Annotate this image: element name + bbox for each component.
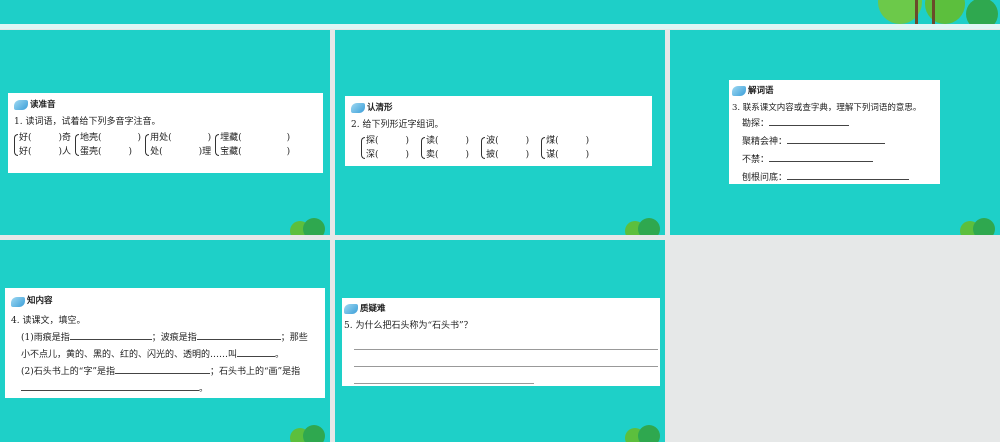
brace-icon: [361, 137, 365, 159]
word-pair: 埋藏( ) 宝藏( ): [215, 131, 290, 159]
word-item[interactable]: 深( ): [366, 148, 409, 162]
answer-blank[interactable]: [196, 330, 281, 340]
word-item[interactable]: 披( ): [486, 148, 529, 162]
section-heading: 认清形: [367, 103, 393, 113]
brace-icon: [541, 137, 546, 159]
slide-thumbnail-5[interactable]: 质疑难 5. 为什么把石头称为“石头书”？: [335, 240, 665, 442]
word-item[interactable]: 煤( ): [546, 134, 589, 148]
term-label: 不禁：: [742, 155, 770, 165]
word-pair: 波( ) 披( ): [481, 134, 529, 162]
tree-decoration-icon: [960, 218, 995, 235]
word-item[interactable]: 用处( ): [150, 131, 211, 145]
brace-icon: [75, 134, 80, 156]
word-item[interactable]: 处( )理: [150, 145, 211, 159]
top-banner: [0, 0, 1000, 24]
tree-decoration-icon: [290, 425, 325, 442]
slide-thumbnail-4[interactable]: 知内容 4. 读课文，填空。 (1)雨痕是指 ；波痕是指 ；那些 小不点儿，黄的、黑…: [0, 240, 330, 442]
slide-thumbnail-3[interactable]: 解词语 3. 联系课文内容或查字典，理解下列词语的意思。 勘探： 聚精会神： 不…: [670, 30, 1000, 235]
divider: [0, 24, 1000, 29]
text: ；波痕是指: [151, 333, 197, 343]
word-item[interactable]: 卖( ): [426, 148, 469, 162]
answer-blank[interactable]: [787, 134, 886, 144]
exercise-card: 认清形 2. 给下列形近字组词。 探( ) 深( ) 读( ) 卖( ) 波( ) 披( …: [345, 96, 652, 166]
word-item[interactable]: 地壳( ): [80, 131, 141, 145]
question-text: 3. 联系课文内容或查字典，理解下列词语的意思。: [732, 103, 922, 113]
section-icon: [344, 304, 358, 314]
term-label: 刨根问底：: [742, 173, 788, 183]
section-heading: 质疑难: [360, 304, 386, 314]
word-pair: 读( ) 卖( ): [421, 134, 469, 162]
question-text: 1. 读词语，试着给下列多音字注音。: [14, 117, 161, 127]
text: 。: [275, 350, 285, 360]
exercise-card: 知内容 4. 读课文，填空。 (1)雨痕是指 ；波痕是指 ；那些 小不点儿，黄的、黑…: [5, 288, 325, 398]
word-groups: 好( )奇 好( )人 地壳( ) 蛋壳( ) 用处( ) 处( )理 埋藏( ) 宝藏( ): [14, 131, 317, 159]
slide-thumbnail-1[interactable]: 读准音 1. 读词语，试着给下列多音字注音。 好( )奇 好( )人 地壳( ) 蛋壳…: [0, 30, 330, 235]
answer-blank[interactable]: [769, 152, 874, 162]
word-item[interactable]: 蛋壳( ): [80, 145, 141, 159]
answer-line[interactable]: [354, 367, 534, 384]
text: ；石头书上的“画”是指: [209, 367, 301, 377]
brace-icon: [145, 134, 150, 156]
word-pair: 探( ) 深( ): [361, 134, 409, 162]
word-groups: 探( ) 深( ) 读( ) 卖( ) 波( ) 披( ) 煤( ) 谋( ): [351, 134, 646, 162]
text: 。: [199, 384, 209, 394]
question-text: 2. 给下列形近字组词。: [351, 120, 444, 130]
answer-blank[interactable]: [114, 364, 210, 374]
word-item[interactable]: 探( ): [366, 134, 409, 148]
answer-blank[interactable]: [787, 170, 910, 180]
question-text: 4. 读课文，填空。: [11, 316, 86, 326]
section-icon: [11, 296, 25, 307]
answer-blank[interactable]: [769, 116, 850, 126]
section-heading: 知内容: [27, 296, 53, 306]
section-icon: [351, 103, 365, 113]
tree-decoration-icon: [290, 218, 325, 235]
section-heading: 解词语: [748, 86, 774, 96]
brace-icon: [14, 134, 18, 156]
text: 小不点儿，黄的、黑的、红的、闪光的、透明的……叫: [21, 350, 238, 360]
word-item[interactable]: 读( ): [426, 134, 469, 148]
brace-icon: [215, 134, 220, 156]
text: (2)石头书上的“字”是指: [21, 367, 115, 377]
word-item[interactable]: 谋( ): [546, 148, 589, 162]
tree-decoration-icon: [625, 218, 660, 235]
brace-icon: [481, 137, 486, 159]
word-item[interactable]: 好( )人: [19, 145, 71, 159]
word-item[interactable]: 波( ): [486, 134, 529, 148]
tree-decoration-icon: [878, 0, 998, 24]
answer-line[interactable]: [354, 350, 658, 367]
word-item[interactable]: 好( )奇: [19, 131, 71, 145]
answer-blank[interactable]: [237, 347, 276, 357]
term-label: 勘探：: [742, 119, 770, 129]
word-pair: 好( )奇 好( )人: [14, 131, 71, 159]
answer-blank[interactable]: [69, 330, 152, 340]
answer-line[interactable]: [354, 333, 658, 350]
exercise-card: 读准音 1. 读词语，试着给下列多音字注音。 好( )奇 好( )人 地壳( ) 蛋壳…: [8, 93, 323, 173]
brace-icon: [421, 137, 426, 159]
section-icon: [732, 86, 746, 96]
word-pair: 用处( ) 处( )理: [145, 131, 211, 159]
section-icon: [14, 100, 28, 110]
slide-thumbnail-2[interactable]: 认清形 2. 给下列形近字组词。 探( ) 深( ) 读( ) 卖( ) 波( ) 披( …: [335, 30, 665, 235]
exercise-card: 质疑难 5. 为什么把石头称为“石头书”？: [342, 298, 660, 386]
answer-blank[interactable]: [21, 381, 199, 391]
text: ；那些: [280, 333, 308, 343]
tree-decoration-icon: [625, 425, 660, 442]
section-heading: 读准音: [30, 100, 56, 110]
word-item[interactable]: 宝藏( ): [220, 145, 290, 159]
question-text: 5. 为什么把石头称为“石头书”？: [344, 321, 473, 331]
word-pair: 煤( ) 谋( ): [541, 134, 589, 162]
text: (1)雨痕是指: [21, 333, 70, 343]
term-label: 聚精会神：: [742, 137, 788, 147]
exercise-card: 解词语 3. 联系课文内容或查字典，理解下列词语的意思。 勘探： 聚精会神： 不…: [729, 80, 940, 184]
word-pair: 地壳( ) 蛋壳( ): [75, 131, 141, 159]
word-item[interactable]: 埋藏( ): [220, 131, 290, 145]
